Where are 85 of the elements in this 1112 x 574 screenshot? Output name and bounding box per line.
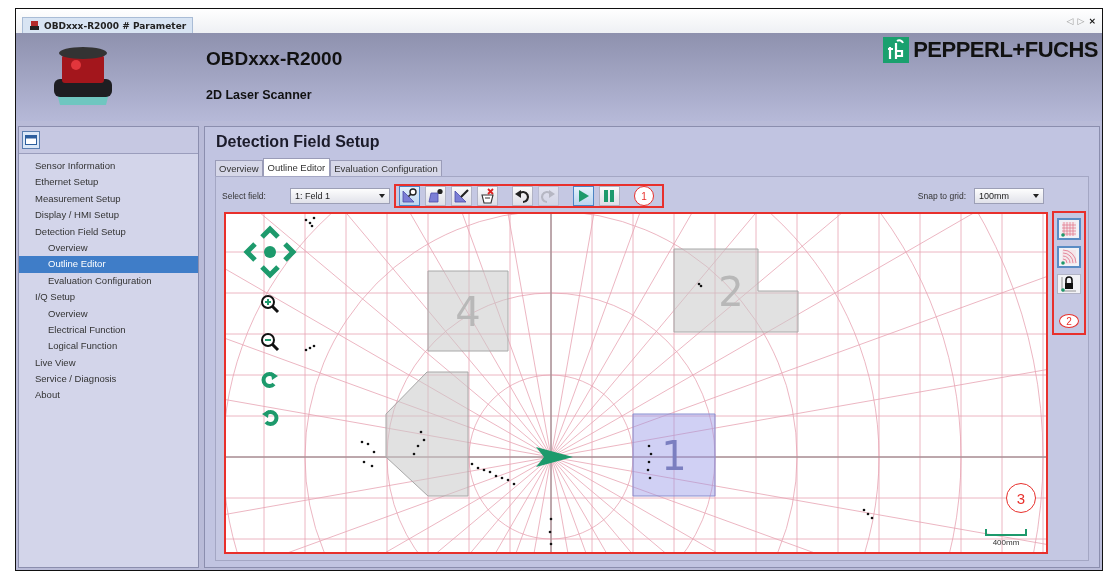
- field-dropdown[interactable]: 1: Feld 1: [289, 188, 390, 204]
- polar-grid-icon: [1061, 249, 1077, 265]
- zoom-out-button[interactable]: [260, 332, 280, 352]
- scan-points-drawing: [548, 517, 553, 546]
- detection-field[interactable]: [673, 248, 799, 333]
- tree-item[interactable]: Service / Diagnosis: [19, 371, 198, 388]
- scanner-icon: [29, 20, 40, 31]
- tree-item[interactable]: Electrical Function: [19, 321, 198, 339]
- sensor-arrow-icon: [536, 447, 573, 467]
- tree-item[interactable]: Overview: [19, 305, 198, 322]
- panel-toggle-button[interactable]: [22, 131, 40, 149]
- draw-outline-icon: [455, 189, 470, 203]
- brand-name: PEPPERL+FUCHS: [913, 37, 1098, 63]
- tree-item[interactable]: Outline Editor: [19, 256, 198, 273]
- caret-icon: [378, 194, 385, 198]
- detection-field[interactable]: [632, 413, 716, 497]
- tree-item[interactable]: Measurement Setup: [19, 190, 198, 208]
- rotate-right-icon: [260, 370, 280, 390]
- grid-icon: [1061, 221, 1077, 237]
- tree-item[interactable]: Detection Field Setup: [19, 223, 198, 240]
- chevron-right-icon: [283, 242, 297, 262]
- detection-field[interactable]: [385, 371, 469, 497]
- scan-points-drawing: [470, 462, 516, 486]
- toolbar-button[interactable]: [450, 186, 472, 206]
- tab[interactable]: Evaluation Configuration: [330, 160, 442, 176]
- view-toggle-button[interactable]: [1057, 218, 1081, 240]
- tree-item[interactable]: Sensor Information: [19, 158, 198, 175]
- callout-number: 1: [633, 186, 654, 206]
- zoom-field-icon: [403, 188, 418, 203]
- snap-dropdown[interactable]: 100mm: [974, 188, 1044, 204]
- rotate-left-icon: [260, 408, 280, 428]
- detection-field[interactable]: [427, 270, 509, 352]
- rotate-right-button[interactable]: [260, 370, 280, 390]
- select-field-label: Select field:: [222, 191, 266, 201]
- view-toggle-button[interactable]: [1057, 274, 1081, 294]
- lock-icon: [1061, 276, 1077, 292]
- tab[interactable]: Outline Editor: [262, 158, 331, 176]
- view-toggle-button[interactable]: [1057, 246, 1081, 268]
- tree-item[interactable]: Live View: [19, 354, 198, 372]
- scan-points-drawing: [862, 508, 874, 520]
- chevron-down-icon: [260, 265, 280, 279]
- zoom-in-button[interactable]: [260, 294, 280, 314]
- scan-points-drawing: [412, 430, 426, 456]
- play-icon: [579, 190, 590, 202]
- tab[interactable]: Overview: [215, 160, 263, 176]
- caret-icon: [1033, 194, 1039, 198]
- toolbar-button[interactable]: [476, 186, 498, 206]
- pause-icon: [604, 190, 615, 202]
- tree-item[interactable]: About: [19, 387, 198, 404]
- tree-item[interactable]: Overview: [19, 239, 198, 257]
- scale-bar: [985, 528, 1027, 536]
- scan-points-drawing: [646, 444, 653, 480]
- callout-number: 2: [1059, 314, 1079, 328]
- chevron-up-icon: [260, 225, 280, 239]
- zoom-out-icon: [260, 332, 280, 352]
- scan-points-drawing: [360, 440, 376, 468]
- window-icon: [25, 135, 37, 145]
- snap-to-grid-label: Snap to grid:: [917, 191, 966, 201]
- zoom-in-icon: [260, 294, 280, 314]
- scale-label: 400mm: [992, 538, 1020, 547]
- rotate-left-button[interactable]: [260, 408, 280, 428]
- brand-logo-icon: [883, 37, 910, 63]
- field-number: 1: [661, 433, 687, 479]
- chevron-left-icon: [243, 242, 257, 262]
- product-subtitle: 2D Laser Scanner: [206, 88, 313, 102]
- tree-item[interactable]: Display / HMI Setup: [19, 207, 198, 224]
- tree-item[interactable]: Logical Function: [19, 338, 198, 355]
- add-point-icon: [429, 188, 444, 203]
- close-button[interactable]: ×: [1088, 16, 1096, 26]
- section-title: Detection Field Setup: [216, 133, 381, 151]
- document-tab[interactable]: OBDxxx-R2000 # Parameter: [22, 17, 194, 33]
- dot-icon: [264, 246, 276, 258]
- scan-points-drawing: [304, 216, 316, 228]
- delete-icon: [481, 188, 495, 204]
- toolbar-button[interactable]: [511, 186, 533, 206]
- tree-item[interactable]: Ethernet Setup: [19, 174, 198, 191]
- scan-points-drawing: [304, 344, 316, 352]
- toolbar-button[interactable]: [398, 186, 420, 206]
- product-title: OBDxxx-R2000: [206, 48, 343, 70]
- scan-points-drawing: [697, 282, 703, 288]
- tree-item[interactable]: Evaluation Configuration: [19, 272, 198, 290]
- undo-icon: [515, 190, 530, 204]
- tree-item[interactable]: I/Q Setup: [19, 289, 198, 306]
- toolbar-button[interactable]: [424, 186, 446, 206]
- redo-icon: [541, 190, 556, 204]
